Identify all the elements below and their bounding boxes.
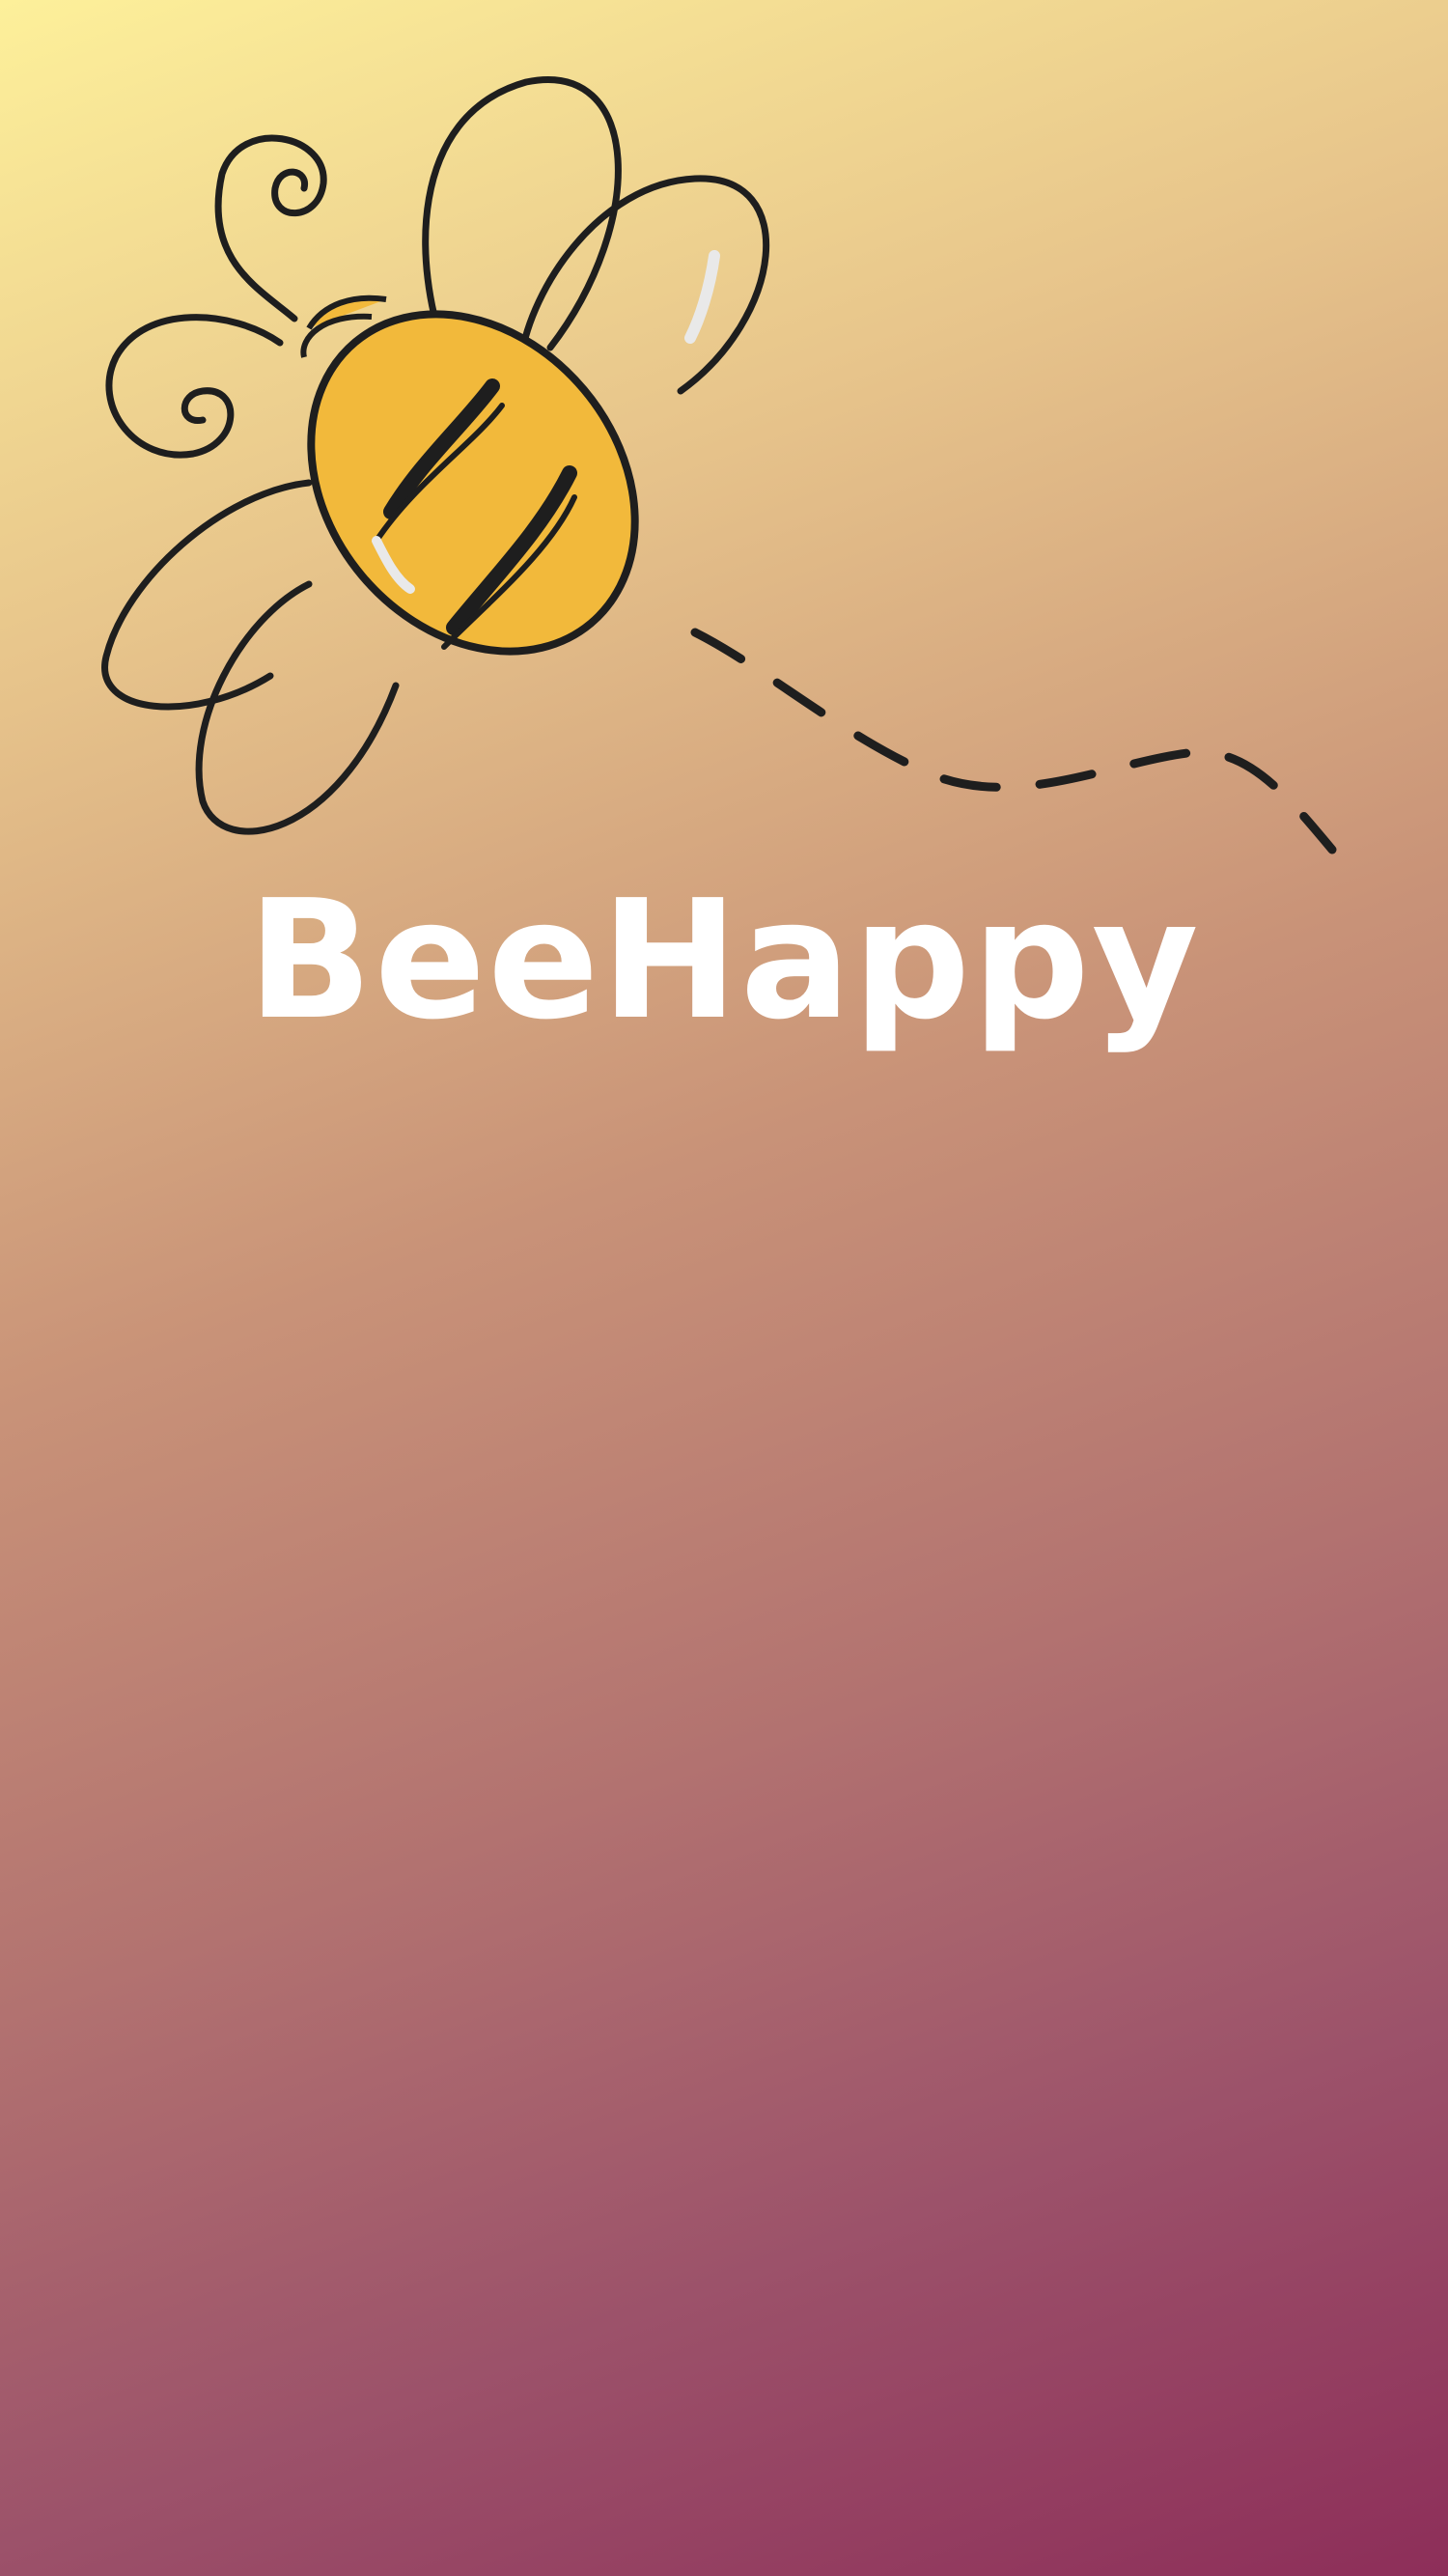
splash-screen: BeeHappy — [0, 0, 1448, 2576]
app-title: BeeHappy — [247, 865, 1201, 1056]
bee-icon — [101, 76, 1337, 854]
